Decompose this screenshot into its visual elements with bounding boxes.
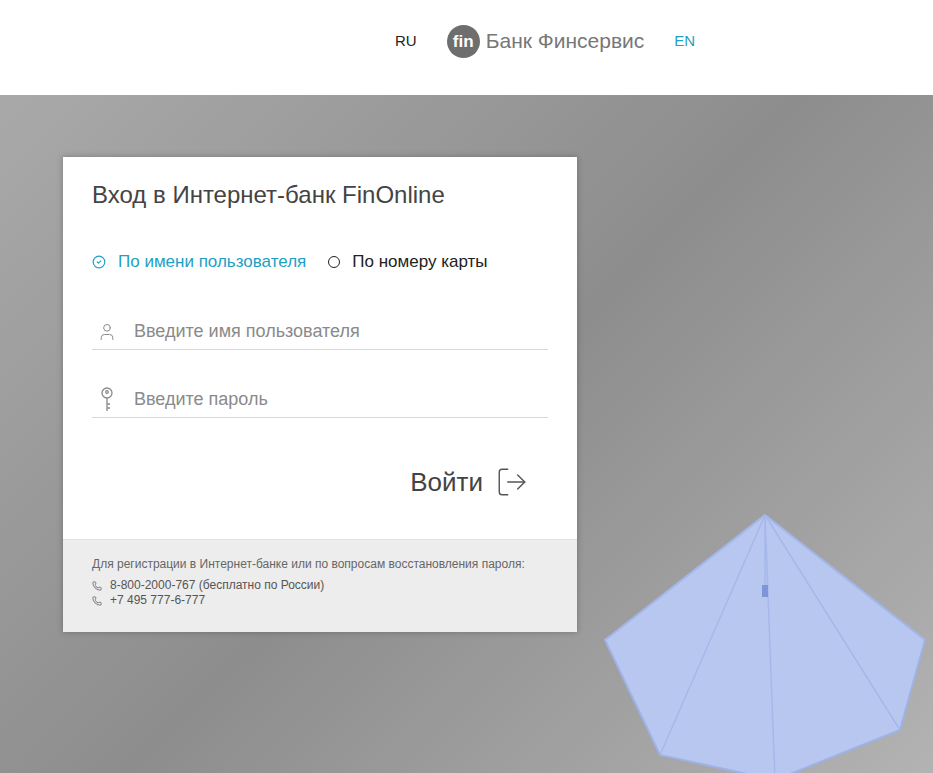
login-mode-group: По имени пользователя По номеру карты <box>92 250 548 274</box>
user-icon <box>97 321 117 343</box>
login-mode-radio[interactable]: По номеру карты <box>328 249 487 275</box>
text-input[interactable] <box>134 382 548 417</box>
phone-icon <box>92 581 102 591</box>
username-field[interactable] <box>92 314 548 350</box>
phone-line[interactable]: +7 495 777-6-777 <box>92 593 548 608</box>
umbrella-picture <box>600 510 930 773</box>
phone-line[interactable]: 8-800-2000-767 (бесплатно по России) <box>92 578 548 593</box>
enter-icon <box>495 465 529 499</box>
password-field[interactable] <box>92 382 548 418</box>
login-title: Вход в Интернет-банк FinOnline <box>92 179 548 211</box>
logo-name: Банк Финсервис <box>486 25 645 57</box>
login-card: Вход в Интернет-банк FinOnline По имени п… <box>63 157 577 632</box>
text-input[interactable] <box>134 314 548 349</box>
radio-circle <box>328 256 340 268</box>
header: RU finБанк Финсервис EN <box>0 0 933 95</box>
logo-mark: fin <box>447 25 480 58</box>
key-icon <box>98 387 116 413</box>
bank-logo[interactable]: finБанк Финсервис <box>447 25 645 58</box>
footer-text: Для регистрации в Интернет-банке или по … <box>92 556 548 572</box>
page: RU finБанк Финсервис EN Вход в Интернет-бан… <box>0 0 933 773</box>
login-mode-radio[interactable]: По имени пользователя <box>92 249 306 275</box>
card-footer: Для регистрации в Интернет-банке или по … <box>63 539 577 632</box>
background-photo: Вход в Интернет-банк FinOnline По имени п… <box>0 95 933 773</box>
language-link[interactable]: RU <box>395 30 417 53</box>
checked-icon <box>92 255 106 269</box>
phone-icon <box>92 596 102 606</box>
login-button[interactable]: Войти <box>410 462 529 502</box>
language-link[interactable]: EN <box>674 30 695 53</box>
